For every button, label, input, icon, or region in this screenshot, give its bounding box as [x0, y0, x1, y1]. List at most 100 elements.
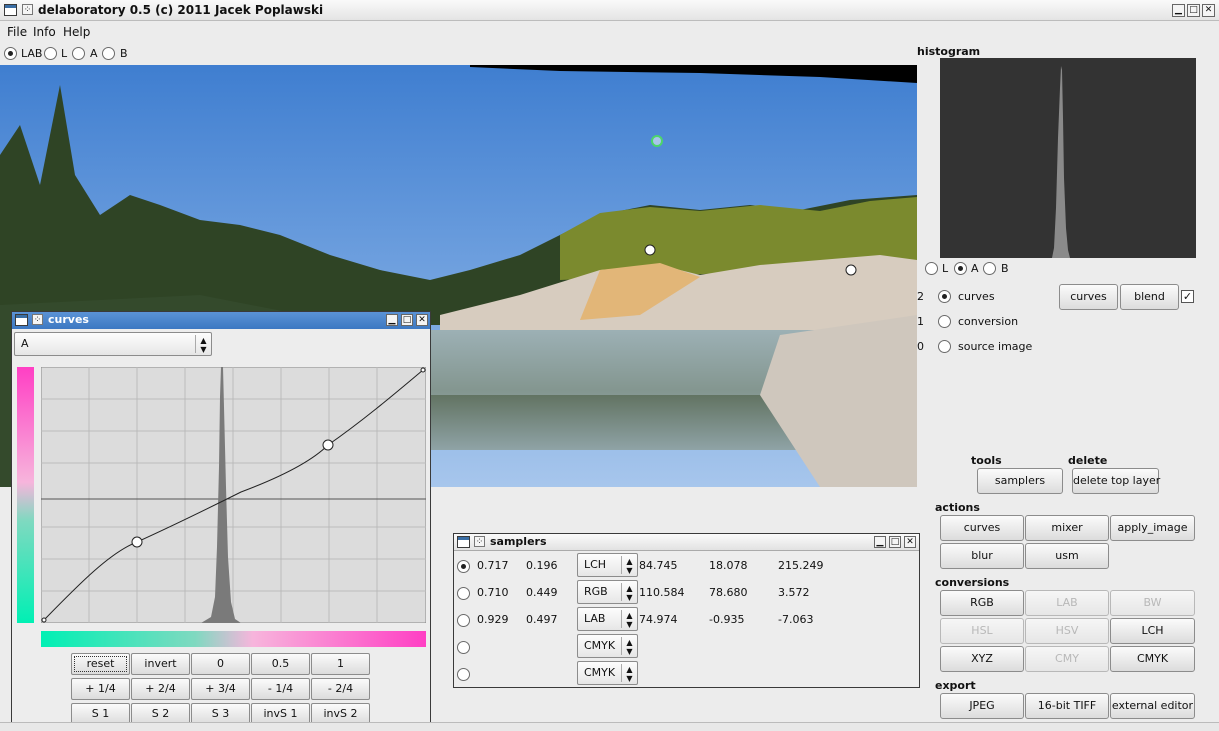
convert-cmyk-button[interactable]: CMYK [1110, 646, 1195, 672]
convert-hsl-button: HSL [940, 618, 1024, 644]
tools-title: tools [971, 454, 1002, 467]
window-menu-icon[interactable] [15, 314, 28, 326]
sampler-radio[interactable] [457, 614, 470, 627]
layer-radio[interactable] [938, 290, 951, 303]
menu-help[interactable]: Help [63, 25, 90, 39]
window-grip-icon[interactable]: ⁘ [22, 4, 33, 15]
action-apply-image-button[interactable]: apply_image [1110, 515, 1195, 541]
minimize-icon[interactable]: ▁ [1172, 4, 1185, 17]
window-menu-icon[interactable] [4, 4, 17, 16]
curve-minus-1-4-button[interactable]: - 1/4 [251, 678, 310, 700]
layer-enabled-checkbox[interactable]: ✓ [1181, 290, 1194, 303]
sampler-radio[interactable] [457, 560, 470, 573]
export-external-editor-button[interactable]: external editor [1110, 693, 1195, 719]
convert-lch-button[interactable]: LCH [1110, 618, 1195, 644]
hist-radio-b[interactable] [983, 262, 996, 275]
layer-curves-button[interactable]: curves [1059, 284, 1118, 310]
layer-name: curves [958, 290, 995, 303]
layer-index: 2 [917, 290, 924, 303]
curve-editor[interactable] [40, 366, 427, 624]
action-usm-button[interactable]: usm [1025, 543, 1109, 569]
sampler-radio[interactable] [457, 587, 470, 600]
close-icon[interactable]: ✕ [416, 314, 428, 326]
layer-index: 0 [917, 340, 924, 353]
close-icon[interactable]: ✕ [1202, 4, 1215, 17]
main-titlebar: ⁘ delaboratory 0.5 (c) 2011 Jacek Poplaw… [0, 0, 1219, 21]
sampler-value-2: 18.078 [709, 559, 748, 572]
curve-reset-button[interactable]: reset [71, 653, 130, 675]
sampler-colorspace-select[interactable]: LCH ▲ ▼ [577, 553, 638, 577]
curve-plus-2-4-button[interactable]: + 2/4 [131, 678, 190, 700]
chevron-updown-icon: ▲ ▼ [621, 583, 637, 602]
action-blur-button[interactable]: blur [940, 543, 1024, 569]
window-grip-icon[interactable]: ⁘ [474, 536, 485, 547]
minimize-icon[interactable]: ▁ [874, 536, 886, 548]
layer-radio[interactable] [938, 315, 951, 328]
layer-name: conversion [958, 315, 1019, 328]
sampler-value-1: 84.745 [639, 559, 678, 572]
sampler-colorspace-select[interactable]: LAB ▲ ▼ [577, 607, 638, 631]
curves-titlebar[interactable]: ⁘ curves ▁ □ ✕ [12, 312, 430, 329]
curves-channel-select[interactable]: A ▲ ▼ [14, 332, 212, 356]
delete-top-layer-button[interactable]: delete top layer [1072, 468, 1160, 494]
layer-radio[interactable] [938, 340, 951, 353]
curve-plus-1-4-button[interactable]: + 1/4 [71, 678, 130, 700]
samplers-button[interactable]: samplers [977, 468, 1063, 494]
maximize-icon[interactable]: □ [889, 536, 901, 548]
hist-radio-l[interactable] [925, 262, 938, 275]
conversions-title: conversions [935, 576, 1010, 589]
sampler-colorspace-value: RGB [584, 585, 608, 598]
view-radio-l[interactable] [44, 47, 57, 60]
menu-bar: File Info Help [0, 22, 1219, 42]
maximize-icon[interactable]: □ [401, 314, 413, 326]
sampler-value-1: 110.584 [639, 586, 685, 599]
sampler-colorspace-select[interactable]: CMYK ▲ ▼ [577, 661, 638, 685]
window-grip-icon[interactable]: ⁘ [32, 314, 43, 325]
layer-blend-button[interactable]: blend [1120, 284, 1179, 310]
view-radio-lab[interactable] [4, 47, 17, 60]
sampler-x: 0.710 [477, 586, 509, 599]
vertical-channel-gradient [17, 367, 34, 623]
histogram-view [940, 58, 1196, 258]
chevron-updown-icon: ▲ ▼ [621, 610, 637, 629]
samplers-window: ⁘ samplers ▁ □ ✕ 0.717 0.196 LCH ▲ ▼ 84.7… [453, 533, 920, 688]
minimize-icon[interactable]: ▁ [386, 314, 398, 326]
curve-0-5-button[interactable]: 0.5 [251, 653, 310, 675]
sampler-radio[interactable] [457, 641, 470, 654]
close-icon[interactable]: ✕ [904, 536, 916, 548]
curve-plus-3-4-button[interactable]: + 3/4 [191, 678, 250, 700]
view-radio-a[interactable] [72, 47, 85, 60]
samplers-window-title: samplers [490, 535, 547, 548]
action-mixer-button[interactable]: mixer [1025, 515, 1109, 541]
view-label-l: L [61, 47, 68, 60]
export-tiff-button[interactable]: 16-bit TIFF [1025, 693, 1109, 719]
convert-bw-button: BW [1110, 590, 1195, 616]
convert-cmy-button: CMY [1025, 646, 1109, 672]
convert-rgb-button[interactable]: RGB [940, 590, 1024, 616]
samplers-titlebar[interactable]: ⁘ samplers ▁ □ ✕ [454, 534, 919, 551]
curve-minus-2-4-button[interactable]: - 2/4 [311, 678, 370, 700]
view-radio-b[interactable] [102, 47, 115, 60]
horizontal-channel-gradient [41, 631, 426, 647]
maximize-icon[interactable]: □ [1187, 4, 1200, 17]
curve-1-button[interactable]: 1 [311, 653, 370, 675]
sampler-colorspace-select[interactable]: RGB ▲ ▼ [577, 580, 638, 604]
window-menu-icon[interactable] [457, 536, 470, 548]
actions-title: actions [935, 501, 980, 514]
curve-invert-button[interactable]: invert [131, 653, 190, 675]
convert-xyz-button[interactable]: XYZ [940, 646, 1024, 672]
sampler-value-2: -0.935 [709, 613, 745, 626]
export-title: export [935, 679, 976, 692]
sampler-colorspace-select[interactable]: CMYK ▲ ▼ [577, 634, 638, 658]
sampler-radio[interactable] [457, 668, 470, 681]
action-curves-button[interactable]: curves [940, 515, 1024, 541]
curve-0-button[interactable]: 0 [191, 653, 250, 675]
menu-file[interactable]: File [7, 25, 27, 39]
hist-label-l: L [942, 262, 949, 275]
menu-info[interactable]: Info [33, 25, 56, 39]
export-jpeg-button[interactable]: JPEG [940, 693, 1024, 719]
layer-index: 1 [917, 315, 924, 328]
hist-radio-a[interactable] [954, 262, 967, 275]
sampler-x: 0.717 [477, 559, 509, 572]
sampler-y: 0.449 [526, 586, 558, 599]
